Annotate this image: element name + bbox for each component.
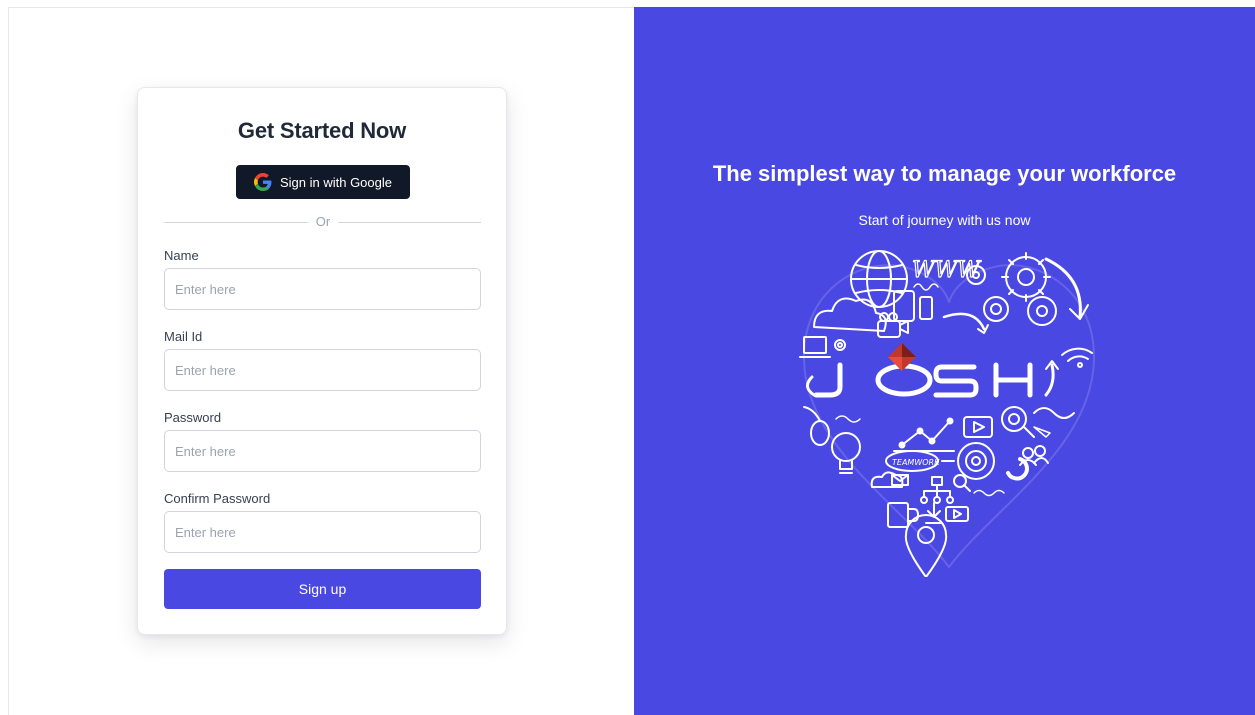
www-sketch-text: WWW bbox=[912, 258, 982, 283]
mail-id-label: Mail Id bbox=[164, 329, 203, 344]
hero-headline: The simplest way to manage your workforc… bbox=[712, 161, 1177, 186]
sign-up-button[interactable]: Sign up bbox=[164, 569, 481, 609]
location-pin-icon bbox=[904, 514, 948, 578]
chart-icon bbox=[893, 417, 955, 452]
lightbulb-icon bbox=[831, 432, 861, 474]
wifi-icon bbox=[1061, 347, 1093, 368]
video-play-icon bbox=[963, 416, 993, 438]
name-input[interactable] bbox=[164, 268, 481, 310]
google-signin-button[interactable]: Sign in with Google bbox=[236, 165, 410, 199]
mail-id-input[interactable] bbox=[164, 349, 481, 391]
phone-icon bbox=[919, 296, 933, 320]
josh-logo bbox=[806, 360, 1059, 398]
globe-icon bbox=[850, 250, 908, 308]
confirm-password-label: Confirm Password bbox=[164, 491, 271, 506]
google-logo-icon bbox=[253, 173, 272, 191]
password-label: Password bbox=[164, 410, 222, 425]
confirm-password-input[interactable] bbox=[164, 511, 481, 553]
name-label: Name bbox=[164, 248, 199, 263]
google-signin-label: Sign in with Google bbox=[279, 174, 392, 190]
gear-icon bbox=[966, 252, 1057, 326]
page-title: Get Started Now bbox=[237, 118, 407, 143]
signup-card: Get Started Now Sign in with Google Or N… bbox=[137, 87, 507, 635]
network-icon bbox=[920, 474, 971, 504]
target-icon bbox=[941, 442, 995, 480]
or-divider: Or bbox=[164, 214, 481, 230]
divider-line-right bbox=[338, 222, 481, 223]
josh-illustration: WWW TEAMWORK bbox=[784, 247, 1114, 578]
magnifier-icon bbox=[1001, 406, 1035, 438]
hero-subheadline: Start of journey with us now bbox=[858, 212, 1031, 228]
hero-pane: The simplest way to manage your workforc… bbox=[634, 7, 1255, 715]
cloud-icon bbox=[813, 297, 887, 332]
password-input[interactable] bbox=[164, 430, 481, 472]
teamwork-sketch-text: TEAMWORK bbox=[892, 458, 940, 467]
divider-or-text: Or bbox=[315, 214, 331, 229]
divider-line-left bbox=[164, 222, 308, 223]
teamwork-badge: TEAMWORK bbox=[885, 450, 940, 472]
